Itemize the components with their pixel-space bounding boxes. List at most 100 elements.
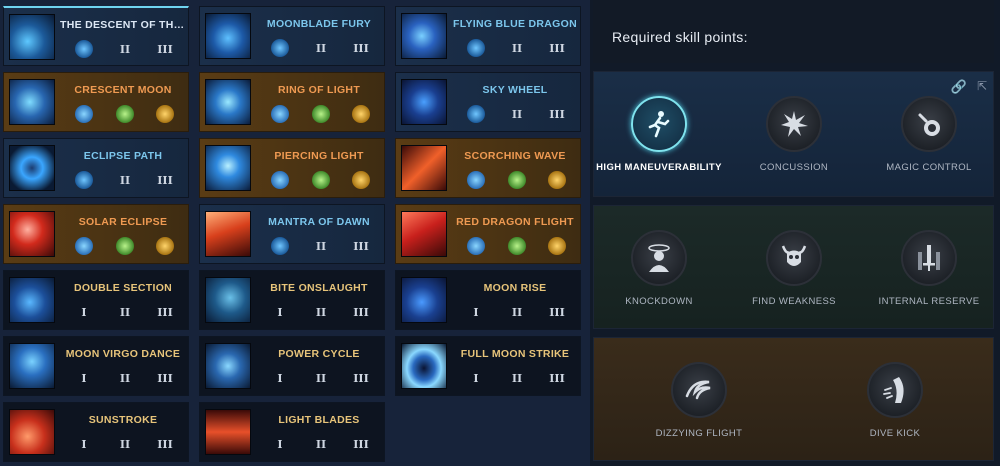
engraving-high-maneuverability[interactable]: HIGH MANEUVERABILITY [594, 96, 724, 173]
tripod-slot-2[interactable]: II [508, 303, 526, 321]
skill-card[interactable]: MOON RISE I II III [395, 270, 581, 330]
skill-card[interactable]: RING OF LIGHT [199, 72, 385, 132]
tripod-slot-1[interactable] [271, 237, 289, 255]
skill-card[interactable]: FLYING BLUE DRAGON II III [395, 6, 581, 66]
tripod-slot-2[interactable] [312, 105, 330, 123]
engraving-dizzying-flight[interactable]: DIZZYING FLIGHT [634, 362, 764, 439]
tripod-slot-3[interactable]: III [352, 237, 370, 255]
tripod-slot-1[interactable] [467, 237, 485, 255]
tripod-slot-3[interactable]: III [156, 40, 174, 58]
skill-card[interactable]: ECLIPSE PATH II III [3, 138, 189, 198]
tripod-slot-2[interactable] [116, 237, 134, 255]
tripod-slot-2[interactable] [312, 171, 330, 189]
skill-name: SCORCHING WAVE [464, 150, 566, 162]
tripod-slot-1[interactable] [271, 39, 289, 57]
link-icon[interactable]: 🔗 [951, 79, 967, 95]
tripod-slot-2[interactable]: II [312, 237, 330, 255]
tripod-slot-2[interactable]: II [116, 369, 134, 387]
tripod-slot-1[interactable]: I [271, 369, 289, 387]
tripod-slot-1[interactable] [467, 171, 485, 189]
tripod-row: I II III [56, 303, 190, 323]
skill-card[interactable]: THE DESCENT OF THE... II III [3, 6, 190, 66]
skill-card[interactable]: SCORCHING WAVE [395, 138, 581, 198]
tripod-slot-1[interactable]: I [467, 369, 485, 387]
skill-card[interactable]: SUNSTROKE I II III [3, 402, 189, 462]
tripod-slot-3[interactable]: III [352, 303, 370, 321]
skill-icon-power-cycle [205, 343, 251, 389]
skill-card[interactable]: POWER CYCLE I II III [199, 336, 385, 396]
spiral-icon [671, 362, 727, 418]
tripod-slot-2[interactable]: II [508, 369, 526, 387]
expand-icon[interactable]: ⇱ [977, 79, 987, 93]
tripod-slot-3[interactable]: III [352, 39, 370, 57]
tripod-slot-3[interactable]: III [156, 435, 174, 453]
tripod-slot-1[interactable]: I [75, 369, 93, 387]
tripod-slot-3[interactable]: III [548, 369, 566, 387]
tripod-slot-1[interactable]: I [271, 303, 289, 321]
tripod-slot-2[interactable]: II [312, 369, 330, 387]
tripod-slot-3[interactable]: III [548, 39, 566, 57]
tripod-slot-1[interactable] [75, 40, 93, 58]
skill-card[interactable]: SOLAR ECLIPSE [3, 204, 189, 264]
tripod-slot-1[interactable]: I [75, 303, 93, 321]
tripod-row: II III [56, 171, 190, 191]
skill-card[interactable]: MANTRA OF DAWN II III [199, 204, 385, 264]
tripod-slot-2[interactable]: II [312, 303, 330, 321]
tripod-slot-2[interactable] [116, 105, 134, 123]
engraving-internal-reserve[interactable]: INTERNAL RESERVE [864, 230, 994, 307]
tripod-slot-1[interactable] [467, 105, 485, 123]
tripod-slot-3[interactable] [548, 237, 566, 255]
tripod-slot-2[interactable]: II [116, 435, 134, 453]
tripod-slot-2[interactable]: II [116, 40, 134, 58]
tripod-slot-1[interactable] [271, 171, 289, 189]
engraving-group-blue: 🔗 ⇱ HIGH MANEUVERABILITY CONCUSSION MAGI… [593, 71, 994, 197]
skill-card[interactable]: PIERCING LIGHT [199, 138, 385, 198]
tripod-slot-2[interactable]: II [312, 39, 330, 57]
skill-card[interactable]: SKY WHEEL II III [395, 72, 581, 132]
skill-card[interactable]: CRESCENT MOON [3, 72, 189, 132]
tripod-slot-1[interactable] [271, 105, 289, 123]
tripod-slot-3[interactable]: III [352, 435, 370, 453]
tripod-slot-2[interactable]: II [508, 105, 526, 123]
tripod-slot-2[interactable] [508, 171, 526, 189]
tripod-slot-2[interactable]: II [116, 303, 134, 321]
tripod-slot-3[interactable]: III [156, 303, 174, 321]
engraving-magic-control[interactable]: MAGIC CONTROL [864, 96, 994, 173]
skill-card[interactable]: MOON VIRGO DANCE I II III [3, 336, 189, 396]
tripod-slot-3[interactable] [548, 171, 566, 189]
engraving-dive-kick[interactable]: DIVE KICK [830, 362, 960, 439]
tripod-slot-3[interactable] [156, 105, 174, 123]
skill-card[interactable]: DOUBLE SECTION I II III [3, 270, 189, 330]
skill-card[interactable]: MOONBLADE FURY II III [199, 6, 385, 66]
skill-card[interactable]: LIGHT BLADES I II III [199, 402, 385, 462]
tripod-slot-1[interactable] [467, 39, 485, 57]
tripod-slot-3[interactable]: III [352, 369, 370, 387]
tripod-slot-3[interactable] [352, 105, 370, 123]
engraving-knockdown[interactable]: KNOCKDOWN [594, 230, 724, 307]
skill-card[interactable]: FULL MOON STRIKE I II III [395, 336, 581, 396]
tripod-slot-3[interactable] [352, 171, 370, 189]
tripod-slot-3[interactable]: III [548, 303, 566, 321]
tripod-slot-3[interactable]: III [156, 171, 174, 189]
tripod-slot-2[interactable]: II [312, 435, 330, 453]
tripod-slot-3[interactable]: III [548, 105, 566, 123]
tripod-slot-3[interactable] [156, 237, 174, 255]
tripod-row: II III [252, 39, 386, 59]
tripod-slot-2[interactable] [508, 237, 526, 255]
engraving-concussion[interactable]: CONCUSSION [729, 96, 859, 173]
tripod-slot-1[interactable] [75, 105, 93, 123]
skill-card[interactable]: RED DRAGON FLIGHT [395, 204, 581, 264]
tripod-slot-3[interactable]: III [156, 369, 174, 387]
tripod-slot-2[interactable]: II [116, 171, 134, 189]
skill-name: POWER CYCLE [278, 348, 360, 360]
tripod-row: I II III [252, 435, 386, 455]
tripod-slot-1[interactable] [75, 171, 93, 189]
tripod-slot-1[interactable]: I [75, 435, 93, 453]
tripod-slot-2[interactable]: II [508, 39, 526, 57]
skill-card[interactable]: BITE ONSLAUGHT I II III [199, 270, 385, 330]
tripod-slot-1[interactable]: I [467, 303, 485, 321]
tripod-slot-1[interactable]: I [271, 435, 289, 453]
tripod-slot-1[interactable] [75, 237, 93, 255]
engraving-find-weakness[interactable]: FIND WEAKNESS [729, 230, 859, 307]
engraving-label: INTERNAL RESERVE [878, 296, 980, 307]
